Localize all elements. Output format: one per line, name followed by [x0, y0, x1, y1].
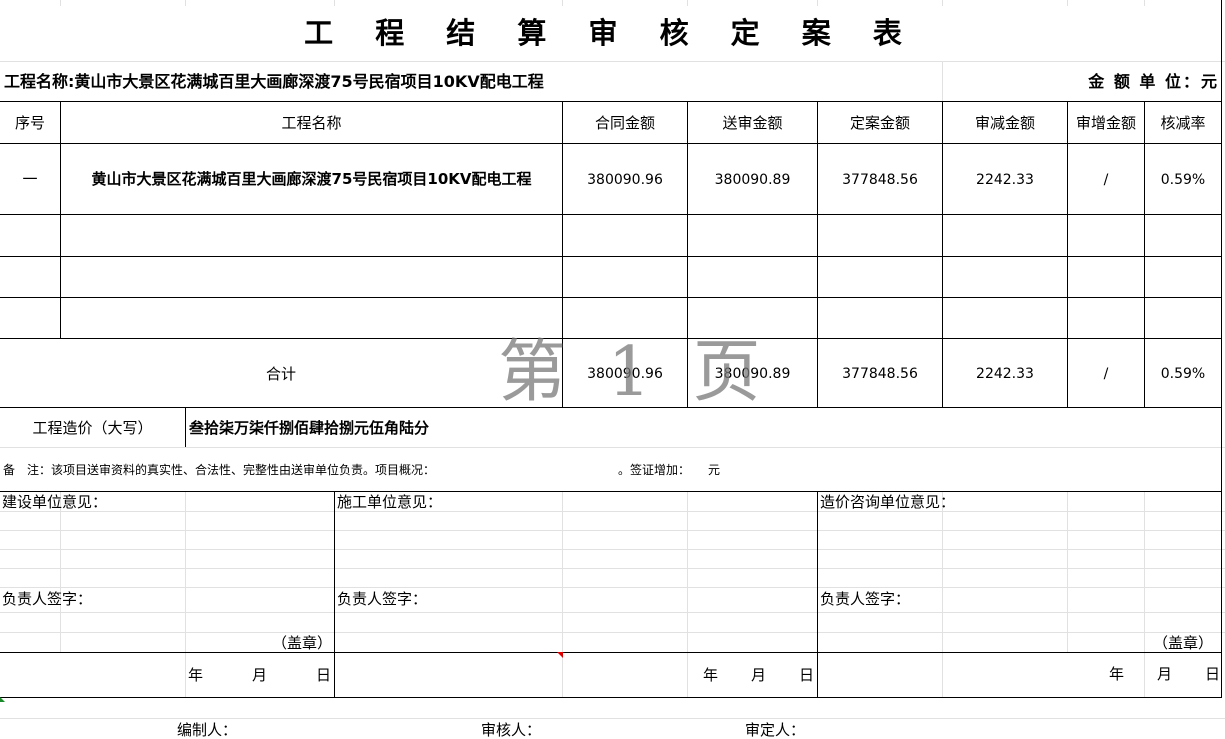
row-contract-amount: 380090.96: [587, 172, 663, 188]
header-reduction-rate: 核减率: [1160, 114, 1206, 132]
signature-label: 负责人签字：: [337, 590, 428, 608]
cell-comment-marker[interactable]: [557, 652, 563, 658]
row-submitted-amount: 380090.89: [714, 172, 791, 188]
header-contract-amount: 合同金额: [594, 114, 655, 132]
header-final-amount: 定案金额: [849, 114, 910, 132]
date-year: 年: [1109, 665, 1125, 683]
row-project-name: 黄山市大景区花满城百里大画廊深渡75号民宿项目10KV配电工程: [91, 170, 532, 188]
row-increase-amount: /: [1103, 172, 1109, 188]
signature-label: 负责人签字：: [2, 590, 93, 608]
date-day: 日: [1205, 665, 1221, 683]
header-project-name: 工程名称: [281, 114, 342, 132]
date-year: 年: [188, 666, 204, 684]
total-reduction-amount: 2242.33: [976, 366, 1034, 382]
header-reduction-amount: 审减金额: [974, 114, 1035, 132]
header-increase-amount: 审增金额: [1075, 114, 1136, 132]
total-increase-amount: /: [1103, 366, 1109, 382]
date-day: 日: [316, 666, 332, 684]
row-reduction-amount: 2242.33: [976, 172, 1034, 188]
row-reduction-rate: 0.59%: [1160, 172, 1206, 188]
compiler-label: 编制人：: [177, 721, 238, 739]
cost-capital-label: 工程造价（大写）: [32, 419, 153, 437]
project-name-label: 工程名称:黄山市大景区花满城百里大画廊深渡75号民宿项目10KV配电工程: [4, 72, 544, 91]
total-label: 合计: [265, 365, 296, 383]
header-submitted-amount: 送审金额: [722, 114, 783, 132]
signature-label: 负责人签字：: [820, 590, 911, 608]
total-final-amount: 377848.56: [842, 366, 918, 382]
date-month: 月: [1157, 665, 1173, 683]
opinion-title: 建设单位意见：: [2, 493, 108, 511]
amount-unit-label: 金 额 单 位：元: [1088, 72, 1219, 91]
date-year: 年: [703, 666, 719, 684]
date-month: 月: [252, 666, 268, 684]
date-month: 月: [751, 666, 767, 684]
date-day: 日: [799, 666, 815, 684]
row-final-amount: 377848.56: [842, 172, 918, 188]
reviewer-label: 审核人：: [481, 721, 542, 739]
opinion-title: 造价咨询单位意见：: [820, 493, 956, 511]
header-index: 序号: [14, 114, 45, 132]
opinion-title: 施工单位意见：: [337, 493, 443, 511]
page-number-watermark: 第 1 页: [498, 333, 771, 412]
selection-corner-marker: [0, 697, 5, 702]
seal-label: （盖章）: [1153, 634, 1214, 652]
total-reduction-rate: 0.59%: [1160, 366, 1206, 382]
row-index: 一: [22, 170, 38, 188]
cost-capital-value: 叁拾柒万柒仟捌佰肆拾捌元伍角陆分: [189, 419, 430, 437]
page-title: 工 程 结 算 审 核 定 案 表: [304, 16, 918, 50]
remark-visa-increase: 。签证增加： 元: [618, 463, 721, 477]
remark-text: 备 注：该项目送审资料的真实性、合法性、完整性由送审单位负责。项目概况：: [3, 463, 436, 477]
seal-label: （盖章）: [272, 634, 333, 652]
approver-label: 审定人：: [745, 721, 806, 739]
